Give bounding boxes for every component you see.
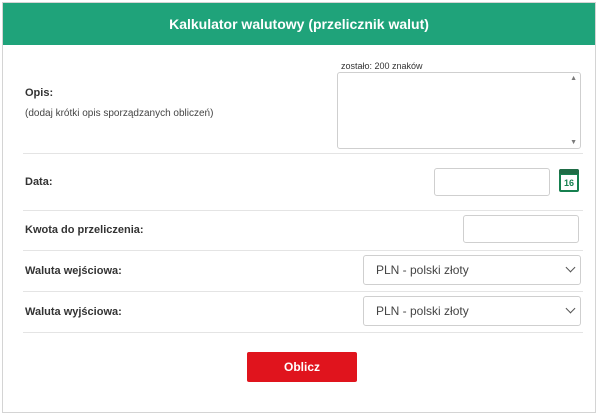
from-currency-label: Waluta wejściowa: bbox=[25, 265, 122, 277]
divider bbox=[23, 332, 583, 333]
to-currency-select[interactable]: PLN - polski złoty bbox=[363, 296, 581, 326]
to-currency-value: PLN - polski złoty bbox=[376, 304, 469, 318]
scroll-up-icon[interactable]: ▲ bbox=[570, 75, 577, 82]
calendar-icon[interactable]: 16 bbox=[559, 169, 579, 192]
divider bbox=[23, 250, 583, 251]
divider bbox=[23, 210, 583, 211]
to-currency-label: Waluta wyjściowa: bbox=[25, 306, 122, 318]
date-input[interactable] bbox=[434, 168, 550, 196]
from-currency-value: PLN - polski złoty bbox=[376, 263, 469, 277]
panel-title-text: Kalkulator walutowy (przelicznik walut) bbox=[169, 16, 429, 32]
currency-calculator-panel: Kalkulator walutowy (przelicznik walut) … bbox=[2, 2, 596, 413]
description-hint: (dodaj krótki opis sporządzanych oblicze… bbox=[25, 108, 214, 119]
char-counter: zostało: 200 znaków bbox=[341, 61, 423, 71]
divider bbox=[23, 291, 583, 292]
description-textarea[interactable]: ▲ ▼ bbox=[337, 72, 581, 149]
calculate-button[interactable]: Oblicz bbox=[247, 352, 357, 382]
amount-label: Kwota do przeliczenia: bbox=[25, 224, 144, 236]
description-label: Opis: bbox=[25, 87, 54, 99]
date-label: Data: bbox=[25, 176, 53, 188]
chevron-down-icon bbox=[565, 262, 576, 273]
amount-input[interactable] bbox=[463, 215, 579, 243]
scroll-down-icon[interactable]: ▼ bbox=[570, 139, 577, 146]
calculate-button-label: Oblicz bbox=[283, 360, 320, 374]
divider bbox=[23, 153, 583, 154]
from-currency-select[interactable]: PLN - polski złoty bbox=[363, 255, 581, 285]
chevron-down-icon bbox=[565, 303, 576, 314]
panel-title: Kalkulator walutowy (przelicznik walut) bbox=[3, 3, 595, 45]
calendar-day: 16 bbox=[561, 175, 577, 190]
